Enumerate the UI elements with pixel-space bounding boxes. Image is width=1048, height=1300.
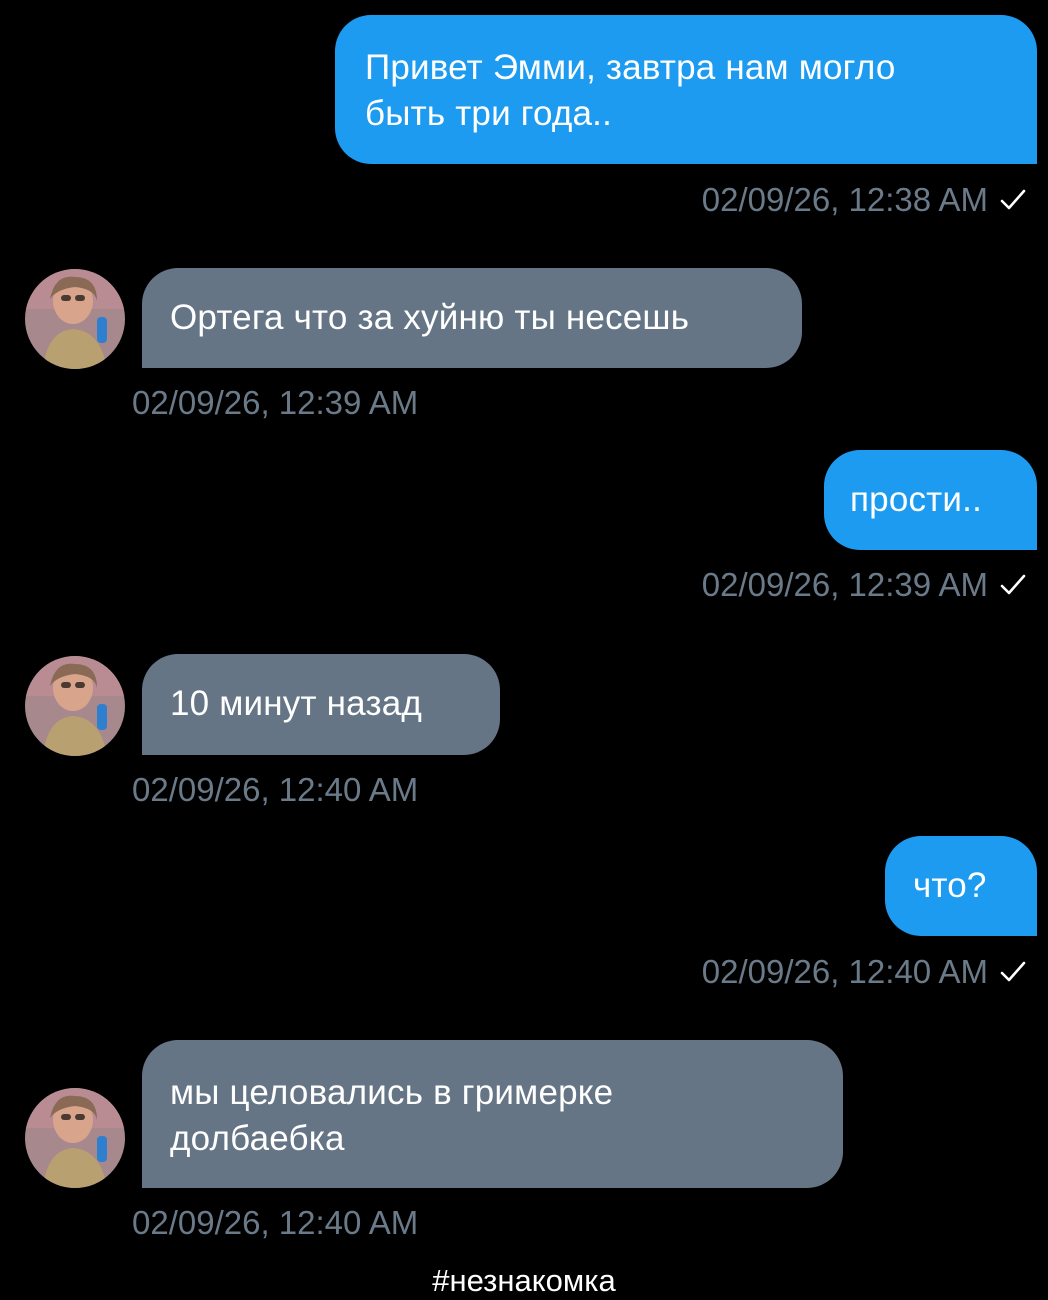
timestamp-text: 02/09/26, 12:40 AM <box>701 953 988 990</box>
check-icon <box>1000 189 1026 210</box>
message-bubble-outgoing[interactable]: прости.. <box>824 450 1037 550</box>
timestamp-text: 02/09/26, 12:38 AM <box>701 181 988 218</box>
timestamp-text: 02/09/26, 12:39 AM <box>701 566 988 603</box>
contact-avatar[interactable] <box>25 656 125 756</box>
contact-photo-icon <box>25 656 125 756</box>
message-timestamp: 02/09/26, 12:39 AM <box>132 384 419 421</box>
message-timestamp: 02/09/26, 12:38 AM <box>702 180 1028 220</box>
check-icon <box>1000 961 1026 982</box>
contact-avatar[interactable] <box>25 269 125 369</box>
message-bubble-incoming[interactable]: Ортега что за хуйню ты несешь <box>142 268 802 368</box>
message-bubble-outgoing[interactable]: Привет Эмми, завтра нам могло быть три г… <box>335 15 1037 164</box>
check-icon <box>1000 574 1026 595</box>
contact-avatar[interactable] <box>25 1088 125 1188</box>
message-timestamp: 02/09/26, 12:39 AM <box>702 565 1028 605</box>
message-timestamp: 02/09/26, 12:40 AM <box>132 1204 419 1241</box>
message-bubble-incoming[interactable]: мы целовались в гримерке долбаебка <box>142 1040 843 1188</box>
message-bubble-incoming[interactable]: 10 минут назад <box>142 654 500 755</box>
message-bubble-outgoing[interactable]: что? <box>885 836 1037 936</box>
message-timestamp: 02/09/26, 12:40 AM <box>702 952 1028 992</box>
contact-photo-icon <box>25 269 125 369</box>
hashtag-caption: #незнакомка <box>432 1263 616 1298</box>
message-timestamp: 02/09/26, 12:40 AM <box>132 771 419 808</box>
contact-photo-icon <box>25 1088 125 1188</box>
